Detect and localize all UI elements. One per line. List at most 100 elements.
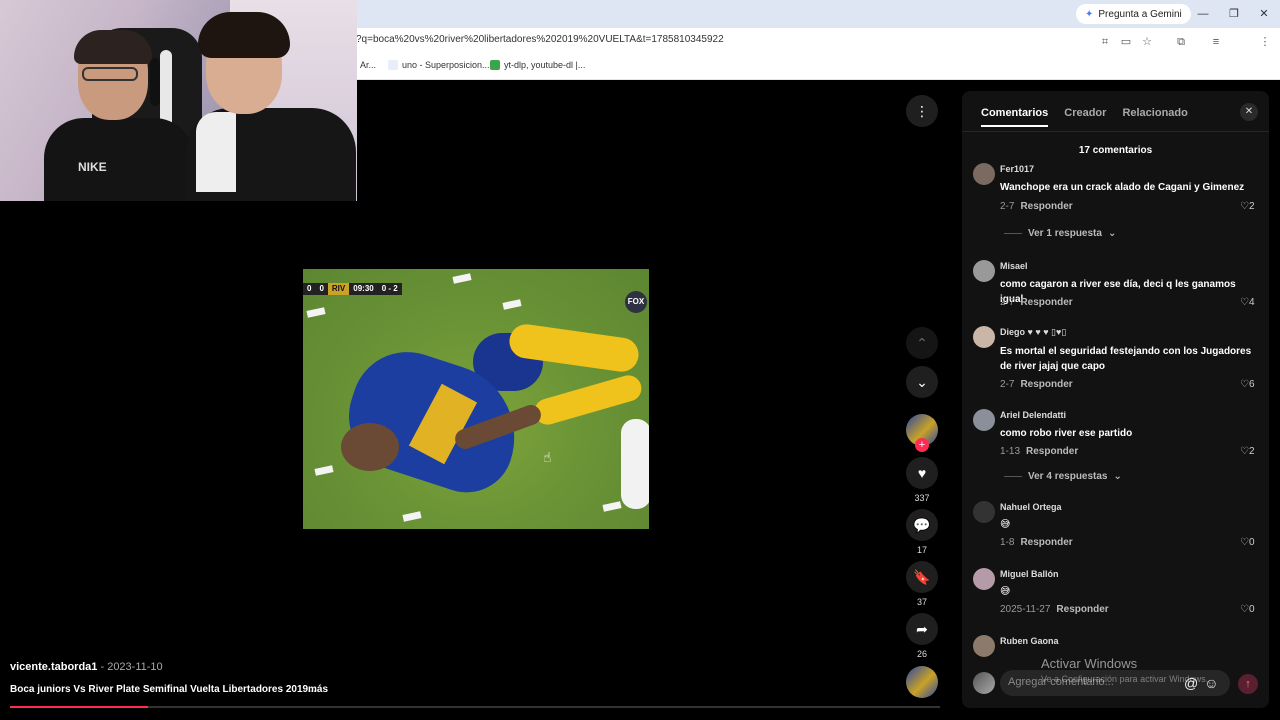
tab-creador[interactable]: Creador: [1064, 107, 1106, 127]
cast-icon[interactable]: ▭: [1118, 34, 1134, 50]
video-description: Boca juniors Vs River Plate Semifinal Vu…: [10, 684, 317, 695]
minimize-icon[interactable]: —: [1194, 5, 1212, 23]
bookmark-item[interactable]: yt-dlp, youtube-dl |...: [490, 60, 585, 70]
reply-button[interactable]: Responder: [1020, 297, 1072, 308]
comment-meta: 2-7 Responder: [1000, 379, 1073, 390]
author-name[interactable]: vicente.taborda1: [10, 661, 97, 673]
close-panel-icon[interactable]: ✕: [1240, 103, 1258, 121]
bookmark-item[interactable]: Ar...: [360, 60, 376, 70]
comment-count-title: 17 comentarios: [1078, 145, 1153, 156]
tab-comentarios[interactable]: Comentarios: [981, 107, 1049, 127]
video-progress-fill: [10, 706, 148, 708]
reply-button[interactable]: Responder: [1026, 446, 1078, 457]
previous-video-icon[interactable]: ⌃: [906, 327, 938, 359]
bookmark-star-icon[interactable]: ☆: [1139, 34, 1155, 50]
glasses: [82, 67, 138, 81]
comment-meta: 2025-11-27 Responder: [1000, 604, 1109, 615]
post-date: - 2023-11-10: [97, 661, 163, 673]
video-player[interactable]: 0 0 RIV 09:30 0 - 2 FOX ☝: [303, 269, 649, 529]
follow-plus-icon[interactable]: +: [915, 438, 929, 452]
avatar[interactable]: [973, 260, 995, 282]
tab-relacionado[interactable]: Relacionado: [1122, 107, 1187, 127]
comment-like[interactable]: ♡0: [1240, 537, 1255, 548]
save-count: 37: [916, 597, 927, 607]
reply-button[interactable]: Responder: [1020, 379, 1072, 390]
comment-text: 😅: [1000, 519, 1011, 530]
reply-button[interactable]: Responder: [1020, 537, 1072, 548]
comment-meta: 2-7 Responder: [1000, 297, 1073, 308]
comment-like[interactable]: ♡2: [1240, 446, 1255, 457]
send-button[interactable]: ↑: [1238, 674, 1258, 694]
comment-like[interactable]: ♡2: [1240, 201, 1255, 212]
comment-input-row: Agregar comentario... @ ☺ ↑: [962, 667, 1269, 701]
music-disc-avatar[interactable]: [906, 666, 938, 698]
next-video-icon[interactable]: ⌄: [906, 366, 938, 398]
more-options-icon[interactable]: ⋮: [906, 95, 938, 127]
chevron-down-icon: ⌄: [1113, 471, 1122, 482]
activation-watermark-subtitle: Ve a Configuración para activar Windows.: [1041, 674, 1209, 684]
comment-username[interactable]: Ariel Delendatti: [1000, 410, 1066, 420]
comment-like[interactable]: ♡4: [1240, 297, 1255, 308]
comment-username[interactable]: Diego ♥ ♥ ♥ ▯♥▯: [1000, 327, 1066, 338]
restore-icon[interactable]: ❐: [1225, 5, 1243, 23]
tab-search-icon[interactable]: ≡: [1208, 34, 1224, 50]
avatar[interactable]: [973, 501, 995, 523]
comment-meta: 1-13 Responder: [1000, 446, 1079, 457]
headset: [150, 58, 160, 106]
webcam-overlay: NIKE: [0, 0, 357, 201]
mouse-cursor-icon: ☝: [543, 449, 552, 465]
avatar[interactable]: [973, 568, 995, 590]
comment-count: 17: [916, 545, 927, 555]
channel-bug: FOX: [625, 291, 647, 313]
comment-username[interactable]: Nahuel Ortega: [1000, 502, 1062, 512]
comment-username[interactable]: Fer1017: [1000, 164, 1034, 174]
comment-text: 😅: [1000, 586, 1011, 597]
comment-like[interactable]: ♡6: [1240, 379, 1255, 390]
view-replies-button[interactable]: Ver 4 respuestas ⌄: [1004, 471, 1122, 482]
comment-like[interactable]: ♡0: [1240, 604, 1255, 615]
scorebug: 0 0 RIV 09:30 0 - 2: [303, 283, 402, 295]
comment-bubble-icon[interactable]: 💬: [906, 509, 938, 541]
extensions-icon[interactable]: ⧉: [1173, 34, 1189, 50]
heart-outline-icon: ♡: [1240, 201, 1249, 212]
avatar[interactable]: [973, 163, 995, 185]
heart-outline-icon: ♡: [1240, 379, 1249, 390]
share-arrow-icon[interactable]: ➦: [906, 613, 938, 645]
more-link[interactable]: más: [308, 684, 328, 695]
comments-panel: Comentarios Creador Relacionado ✕ 17 com…: [962, 91, 1269, 708]
page-icon: [490, 60, 500, 70]
gemini-button[interactable]: ✦ Pregunta a Gemini: [1076, 4, 1191, 24]
avatar[interactable]: [973, 326, 995, 348]
heart-outline-icon: ♡: [1240, 297, 1249, 308]
video-progress-bar[interactable]: [10, 706, 940, 708]
comment-username[interactable]: Ruben Gaona: [1000, 636, 1059, 646]
comment-text: como robo river ese partido: [1000, 428, 1133, 439]
bookmark-item[interactable]: uno - Superposicion...: [388, 60, 490, 70]
like-heart-icon[interactable]: ♥: [906, 457, 938, 489]
comment-meta: 1-8 Responder: [1000, 537, 1073, 548]
comment-meta: 2-7 Responder: [1000, 201, 1073, 212]
comment-text: Wanchope era un crack alado de Cagani y …: [1000, 182, 1245, 193]
avatar[interactable]: [973, 409, 995, 431]
page-icon: [388, 60, 398, 70]
translate-icon[interactable]: ⌗: [1097, 34, 1113, 50]
bookmark-icon[interactable]: 🔖: [906, 561, 938, 593]
heart-outline-icon: ♡: [1240, 537, 1249, 548]
comment-text: Es mortal el seguridad festejando con lo…: [1000, 346, 1252, 372]
avatar[interactable]: [973, 635, 995, 657]
comment-username[interactable]: Misael: [1000, 261, 1028, 271]
comment-username[interactable]: Miguel Ballón: [1000, 569, 1059, 579]
reply-button[interactable]: Responder: [1056, 604, 1108, 615]
reply-button[interactable]: Responder: [1020, 201, 1072, 212]
gemini-sparkle-icon: ✦: [1085, 8, 1094, 20]
share-count: 26: [916, 649, 927, 659]
panel-tabs: Comentarios Creador Relacionado: [981, 107, 1188, 127]
url-input[interactable]: ?q=boca%20vs%20river%20libertadores%2020…: [356, 34, 724, 45]
close-window-icon[interactable]: ✕: [1255, 5, 1273, 23]
browser-menu-icon[interactable]: ⋮: [1257, 34, 1273, 50]
video-author[interactable]: vicente.taborda1 - 2023-11-10: [10, 661, 163, 673]
gemini-button-label: Pregunta a Gemini: [1098, 8, 1182, 20]
heart-outline-icon: ♡: [1240, 604, 1249, 615]
chevron-down-icon: ⌄: [1107, 228, 1117, 239]
view-replies-button[interactable]: Ver 1 respuesta ⌄: [1004, 228, 1116, 239]
